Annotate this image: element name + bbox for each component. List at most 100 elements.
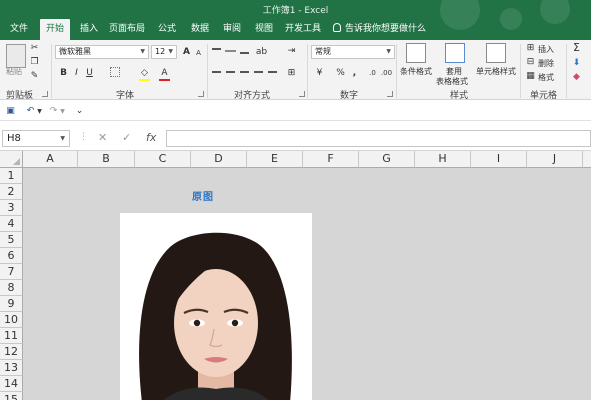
decrease-decimal-icon[interactable]: .00 — [380, 67, 393, 79]
delete-cells-button[interactable]: 删除 — [538, 58, 554, 69]
row-header-6[interactable]: 6 — [0, 248, 23, 264]
align-right-icon[interactable] — [240, 71, 249, 73]
save-icon[interactable]: ▣ — [4, 105, 17, 117]
column-header-e[interactable]: E — [247, 151, 303, 168]
tab-developer[interactable]: 开发工具 — [282, 19, 324, 40]
insert-cells-icon[interactable]: ⊞ — [524, 42, 537, 54]
underline-button[interactable]: U — [83, 67, 96, 79]
delete-cells-icon[interactable]: ⊟ — [524, 56, 537, 68]
quick-access-toolbar: ▣ ↶ ▼ ↷ ▼ ⌄ — [0, 101, 591, 121]
column-header-partial[interactable] — [583, 151, 591, 168]
insert-cells-button[interactable]: 插入 — [538, 44, 554, 55]
percent-button[interactable]: % — [334, 67, 347, 79]
alignment-launcher-icon[interactable] — [299, 91, 305, 97]
orientation-icon[interactable]: ab — [255, 46, 268, 58]
tab-view[interactable]: 视图 — [250, 19, 278, 40]
font-name-select[interactable]: 微软雅黑 ▼ — [55, 45, 149, 59]
clipboard-launcher-icon[interactable] — [42, 91, 48, 97]
formula-input[interactable] — [166, 130, 591, 147]
cell-styles-button[interactable]: 单元格样式 — [476, 66, 516, 77]
row-header-9[interactable]: 9 — [0, 296, 23, 312]
cut-icon[interactable]: ✂ — [28, 42, 41, 54]
tab-home[interactable]: 开始 — [40, 19, 70, 40]
name-box[interactable]: H8 ▼ — [2, 130, 70, 147]
row-header-10[interactable]: 10 — [0, 312, 23, 328]
row-header-11[interactable]: 11 — [0, 328, 23, 344]
column-header-f[interactable]: F — [303, 151, 359, 168]
accounting-format-icon[interactable]: ¥ — [313, 67, 326, 79]
chevron-down-icon[interactable]: ▼ — [33, 106, 46, 118]
fill-color-icon[interactable]: ◇ — [138, 67, 151, 79]
align-left-icon[interactable] — [212, 71, 221, 73]
merge-center-icon[interactable]: ⊞ — [285, 67, 298, 79]
conditional-format-icon[interactable] — [406, 43, 426, 63]
number-launcher-icon[interactable] — [387, 91, 393, 97]
increase-indent-icon[interactable] — [268, 71, 277, 73]
align-top-icon[interactable] — [212, 48, 221, 50]
row-header-15[interactable]: 15 — [0, 392, 23, 400]
row-header-1[interactable]: 1 — [0, 168, 23, 184]
column-header-h[interactable]: H — [415, 151, 471, 168]
number-format-select[interactable]: 常规 ▼ — [311, 45, 395, 59]
conditional-format-button[interactable]: 条件格式 — [400, 66, 432, 77]
tab-review[interactable]: 审阅 — [218, 19, 246, 40]
row-header-5[interactable]: 5 — [0, 232, 23, 248]
column-header-i[interactable]: I — [471, 151, 527, 168]
tab-insert[interactable]: 插入 — [74, 19, 104, 40]
align-middle-icon[interactable] — [225, 50, 236, 52]
clipboard-group-label: 剪贴板 — [6, 91, 34, 101]
row-header-14[interactable]: 14 — [0, 376, 23, 392]
paste-icon[interactable] — [6, 44, 26, 68]
font-color-icon[interactable]: A — [158, 67, 171, 79]
format-painter-icon[interactable]: ✎ — [28, 70, 41, 82]
tab-page-layout[interactable]: 页面布局 — [107, 19, 147, 40]
borders-icon[interactable] — [110, 67, 120, 77]
font-size-select[interactable]: 12 ▼ — [151, 45, 177, 59]
select-all-corner[interactable] — [0, 151, 23, 168]
comma-button[interactable]: , — [348, 67, 361, 79]
format-as-table-line2[interactable]: 表格格式 — [436, 76, 468, 87]
tab-file[interactable]: 文件 — [4, 19, 34, 40]
column-header-g[interactable]: G — [359, 151, 415, 168]
format-cells-button[interactable]: 格式 — [538, 72, 554, 83]
row-header-8[interactable]: 8 — [0, 280, 23, 296]
align-bottom-icon[interactable] — [240, 52, 249, 54]
column-header-d[interactable]: D — [191, 151, 247, 168]
enter-icon[interactable]: ✓ — [122, 130, 131, 147]
row-header-13[interactable]: 13 — [0, 360, 23, 376]
tab-formulas[interactable]: 公式 — [153, 19, 181, 40]
column-header-a[interactable]: A — [23, 151, 78, 168]
format-cells-icon[interactable]: ▦ — [524, 70, 537, 82]
row-header-7[interactable]: 7 — [0, 264, 23, 280]
column-header-c[interactable]: C — [135, 151, 191, 168]
worksheet-grid[interactable]: A B C D E F G H I J 1 2 3 4 5 6 7 8 9 10… — [0, 151, 591, 400]
customize-qat-icon[interactable]: ⌄ — [73, 105, 86, 117]
row-header-2[interactable]: 2 — [0, 184, 23, 200]
chevron-down-icon[interactable]: ▼ — [56, 106, 69, 118]
copy-icon[interactable]: ❐ — [28, 56, 41, 68]
italic-button[interactable]: I — [70, 67, 83, 79]
format-as-table-icon[interactable] — [445, 43, 465, 63]
clear-icon[interactable]: ◆ — [570, 71, 583, 83]
row-header-4[interactable]: 4 — [0, 216, 23, 232]
row-header-3[interactable]: 3 — [0, 200, 23, 216]
inserted-portrait-photo[interactable] — [120, 213, 312, 400]
sum-icon[interactable]: Σ — [570, 42, 583, 54]
cancel-icon[interactable]: ✕ — [98, 130, 107, 147]
cell-styles-icon[interactable] — [486, 43, 506, 63]
shrink-font-icon[interactable]: A — [192, 47, 205, 59]
wrap-text-icon[interactable]: ⇥ — [285, 45, 298, 57]
paste-button-label[interactable]: 粘贴 — [6, 66, 22, 77]
tab-data[interactable]: 数据 — [186, 19, 214, 40]
align-center-icon[interactable] — [226, 71, 235, 73]
fill-icon[interactable]: ⬇ — [570, 57, 583, 69]
column-header-j[interactable]: J — [527, 151, 583, 168]
tell-me-box[interactable]: 告诉我你想要做什么 — [333, 19, 426, 40]
row-header-12[interactable]: 12 — [0, 344, 23, 360]
column-header-b[interactable]: B — [78, 151, 135, 168]
font-launcher-icon[interactable] — [198, 91, 204, 97]
increase-decimal-icon[interactable]: .0 — [366, 67, 379, 79]
insert-function-icon[interactable]: fx — [146, 130, 156, 147]
decrease-indent-icon[interactable] — [254, 71, 263, 73]
bold-button[interactable]: B — [57, 67, 70, 79]
